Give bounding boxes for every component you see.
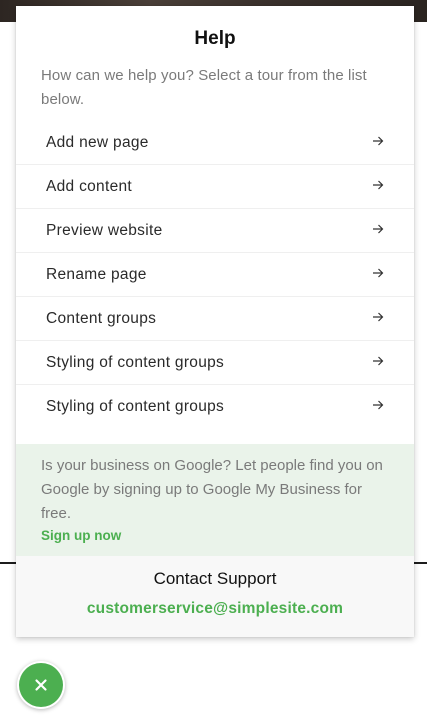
help-panel: Help How can we help you? Select a tour …: [16, 6, 414, 637]
promo-text: Is your business on Google? Let people f…: [41, 457, 383, 522]
help-subtitle: How can we help you? Select a tour from …: [41, 67, 367, 108]
arrow-right-icon: [373, 400, 384, 410]
tour-label: Content groups: [46, 310, 157, 327]
tour-item-rename-page[interactable]: Rename page: [16, 253, 414, 297]
arrow-right-icon: [373, 136, 384, 146]
help-title: Help: [194, 28, 236, 49]
arrow-right-icon: [373, 224, 384, 234]
tour-label: Styling of content groups: [46, 398, 225, 415]
close-help-button[interactable]: [17, 661, 65, 709]
tour-label: Preview website: [46, 222, 163, 239]
support-email-link[interactable]: customerservice@simplesite.com: [16, 600, 414, 618]
tour-item-preview-website[interactable]: Preview website: [16, 209, 414, 253]
arrow-right-icon: [373, 312, 384, 322]
tour-item-content-groups[interactable]: Content groups: [16, 297, 414, 341]
tour-item-styling-content-groups[interactable]: Styling of content groups: [16, 341, 414, 385]
contact-support-section: Contact Support customerservice@simplesi…: [16, 556, 414, 637]
tour-item-styling-content-groups-2[interactable]: Styling of content groups: [16, 385, 414, 429]
google-business-promo: Is your business on Google? Let people f…: [16, 444, 414, 556]
tour-item-add-content[interactable]: Add content: [16, 165, 414, 209]
arrow-right-icon: [373, 268, 384, 278]
sign-up-link[interactable]: Sign up now: [41, 528, 121, 543]
close-icon: [35, 679, 47, 691]
tour-label: Add new page: [46, 134, 149, 151]
tour-label: Styling of content groups: [46, 354, 225, 371]
support-title: Contact Support: [153, 569, 277, 588]
tour-list: Add new page Add content Preview website…: [16, 121, 414, 429]
close-button-circle[interactable]: [19, 663, 63, 707]
tour-label: Add content: [46, 178, 133, 195]
tour-label: Rename page: [46, 266, 147, 283]
tour-item-add-new-page[interactable]: Add new page: [16, 121, 414, 165]
arrow-right-icon: [373, 180, 384, 190]
arrow-right-icon: [373, 356, 384, 366]
